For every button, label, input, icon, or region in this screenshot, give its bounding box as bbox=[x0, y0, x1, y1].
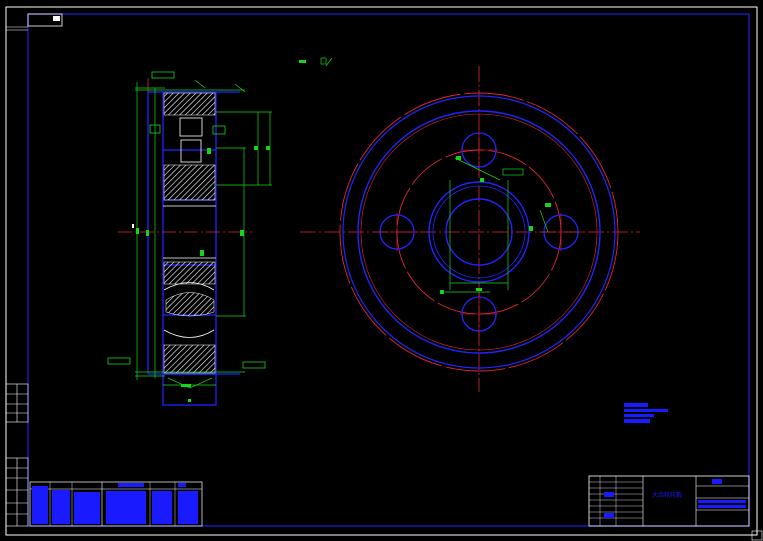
surface-roughness-symbol bbox=[299, 57, 333, 67]
title-block: 大齿轮轮毂 bbox=[588, 475, 750, 527]
technical-notes bbox=[624, 403, 668, 423]
parameter-table bbox=[29, 481, 203, 527]
cad-drawing-canvas[interactable]: 大齿轮轮毂 bbox=[0, 0, 763, 541]
insertion-marker bbox=[132, 224, 134, 228]
title-block-drawing-name: 大齿轮轮毂 bbox=[652, 491, 682, 499]
front-view bbox=[300, 66, 640, 392]
left-margin-table bbox=[5, 383, 29, 527]
section-view bbox=[107, 71, 272, 406]
drawing-frame bbox=[5, 6, 763, 541]
